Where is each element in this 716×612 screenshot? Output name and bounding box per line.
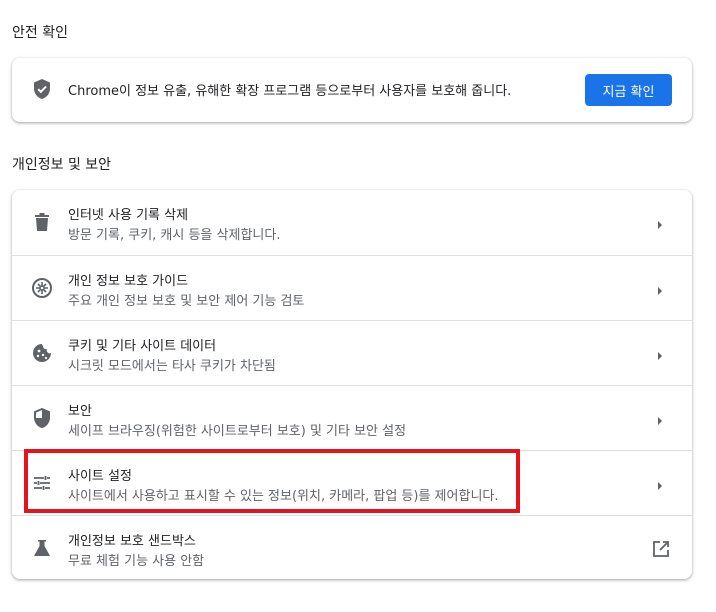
cookie-icon (31, 342, 53, 364)
shield-icon (31, 407, 53, 429)
check-now-button[interactable]: 지금 확인 (585, 74, 672, 106)
compass-icon (31, 277, 53, 299)
chevron-right-icon (655, 216, 665, 229)
chevron-right-icon (655, 477, 665, 490)
flask-icon (31, 537, 53, 559)
row-subtitle: 방문 기록, 쿠키, 캐시 등을 삭제합니다. (68, 228, 281, 243)
row-title: 쿠키 및 기타 사이트 데이터 (68, 339, 217, 354)
row-title: 개인정보 보호 샌드박스 (68, 534, 196, 549)
safety-check-card: Chrome이 정보 유출, 유해한 확장 프로그램 등으로부터 사용자를 보호… (12, 58, 692, 122)
safety-check-heading: 안전 확인 (12, 25, 68, 41)
chevron-right-icon (655, 412, 665, 425)
privacy-security-card: 인터넷 사용 기록 삭제 방문 기록, 쿠키, 캐시 등을 삭제합니다. 개인 … (12, 190, 692, 579)
row-subtitle: 주요 개인 정보 보호 및 보안 제어 기능 검토 (68, 294, 305, 309)
row-subtitle: 사이트에서 사용하고 표시할 수 있는 정보(위치, 카메라, 팝업 등)를 제… (68, 489, 499, 504)
external-link-icon (652, 540, 670, 558)
row-title: 개인 정보 보호 가이드 (68, 274, 189, 289)
cookies-site-data-row[interactable]: 쿠키 및 기타 사이트 데이터 시크릿 모드에서는 타사 쿠키가 차단됨 (12, 320, 692, 385)
site-settings-row[interactable]: 사이트 설정 사이트에서 사용하고 표시할 수 있는 정보(위치, 카메라, 팝… (12, 450, 692, 515)
trash-icon (31, 211, 53, 233)
privacy-guide-row[interactable]: 개인 정보 보호 가이드 주요 개인 정보 보호 및 보안 제어 기능 검토 (12, 255, 692, 320)
row-subtitle: 세이프 브라우징(위험한 사이트로부터 보호) 및 기타 보안 설정 (68, 424, 407, 439)
tune-icon (31, 472, 53, 494)
chevron-right-icon (655, 282, 665, 295)
privacy-security-heading: 개인정보 및 보안 (12, 157, 112, 173)
shield-check-icon (32, 78, 52, 100)
chevron-right-icon (655, 347, 665, 360)
row-title: 사이트 설정 (68, 469, 132, 484)
row-subtitle: 시크릿 모드에서는 타사 쿠키가 차단됨 (68, 359, 276, 374)
safety-check-description: Chrome이 정보 유출, 유해한 확장 프로그램 등으로부터 사용자를 보호… (68, 84, 512, 99)
privacy-sandbox-row[interactable]: 개인정보 보호 샌드박스 무료 체험 기능 사용 안함 (12, 515, 692, 580)
row-title: 보안 (68, 404, 92, 419)
clear-browsing-data-row[interactable]: 인터넷 사용 기록 삭제 방문 기록, 쿠키, 캐시 등을 삭제합니다. (12, 190, 692, 255)
row-subtitle: 무료 체험 기능 사용 안함 (68, 554, 205, 569)
security-row[interactable]: 보안 세이프 브라우징(위험한 사이트로부터 보호) 및 기타 보안 설정 (12, 385, 692, 450)
row-title: 인터넷 사용 기록 삭제 (68, 208, 189, 223)
